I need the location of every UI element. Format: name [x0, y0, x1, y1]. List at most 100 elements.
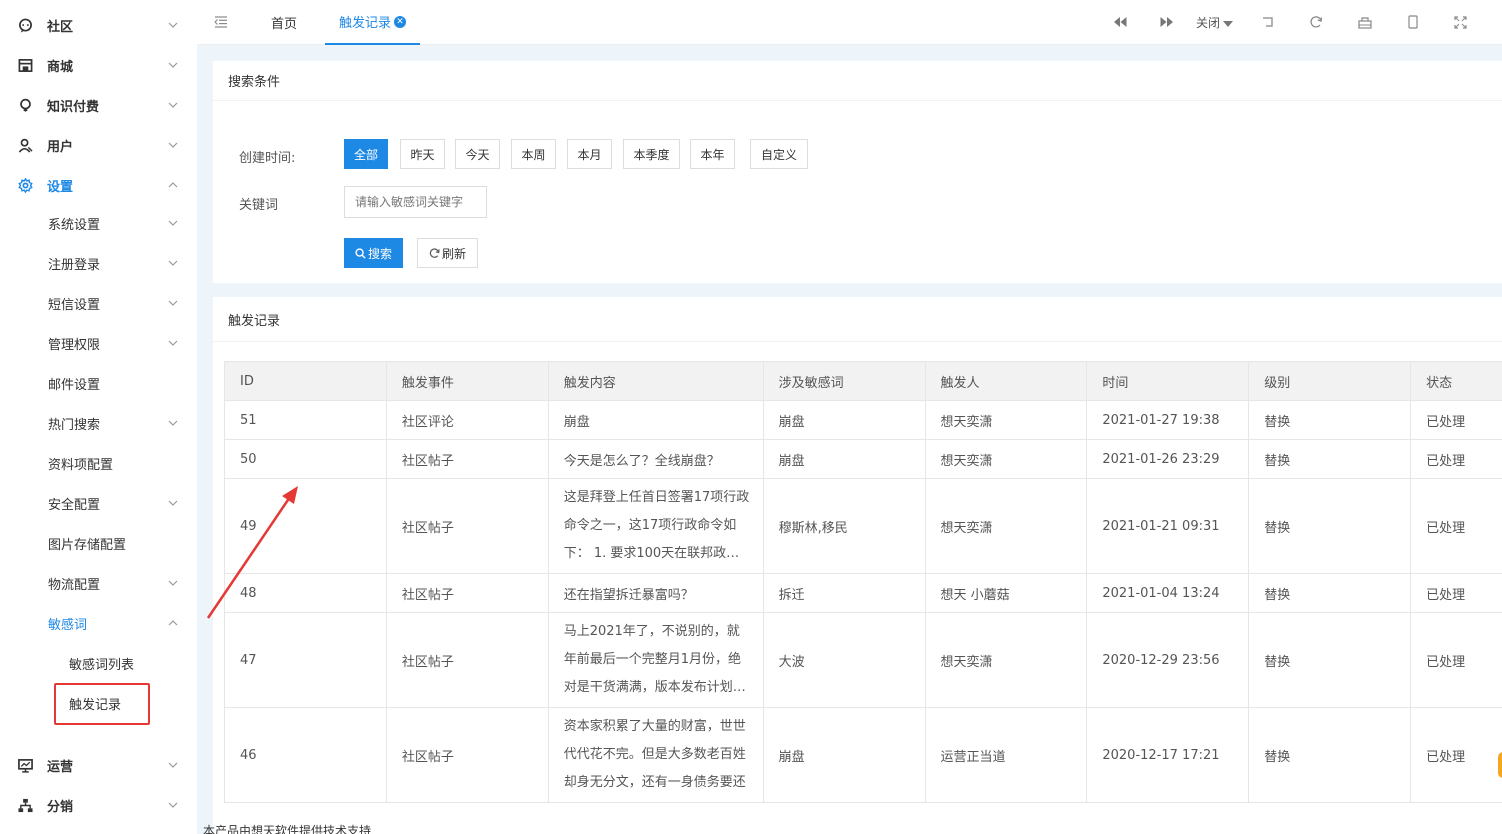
- column-header[interactable]: 涉及敏感词: [762, 361, 926, 401]
- sidebar-item-label: 敏感词列表: [69, 657, 135, 673]
- cell-id: 47: [224, 612, 387, 708]
- cell-status: 已处理: [1410, 439, 1502, 479]
- sidebar-item-image-storage[interactable]: 图片存储配置: [0, 523, 197, 563]
- sidebar-item-sensitive-list[interactable]: 敏感词列表: [0, 643, 197, 683]
- sidebar-item-label: 分销: [47, 799, 74, 815]
- chevron-down-icon: [166, 18, 180, 32]
- records-table: ID 触发事件 触发内容 涉及敏感词 触发人 时间 级别 状态 51 社区评论: [224, 361, 1502, 803]
- sidebar-item-distribution[interactable]: 分销: [0, 785, 197, 825]
- sidebar-item-sms-settings[interactable]: 短信设置: [0, 283, 197, 323]
- keyword-label: 关键词: [239, 198, 279, 213]
- sidebar-item-hot-search[interactable]: 热门搜索: [0, 403, 197, 443]
- floating-help-tab[interactable]: [1498, 752, 1502, 778]
- sidebar-item-system-settings[interactable]: 系统设置: [0, 203, 197, 243]
- column-header[interactable]: 级别: [1248, 361, 1412, 401]
- search-button[interactable]: 搜索: [344, 238, 403, 268]
- time-filter-quarter[interactable]: 本季度: [623, 139, 680, 169]
- sidebar-item-label: 商城: [47, 59, 74, 75]
- time-filter-custom[interactable]: 自定义: [750, 139, 808, 169]
- cell-event: 社区帖子: [385, 612, 549, 708]
- chevron-down-icon: [166, 758, 180, 772]
- sidebar: 社区 商城 知识付费 用户 设置 系统设置 注册登录 短信设置 管理权限 邮件设…: [0, 0, 197, 834]
- sidebar-item-security[interactable]: 安全配置: [0, 483, 197, 523]
- cell-status: 已处理: [1410, 400, 1502, 440]
- table-row[interactable]: 48 社区帖子 还在指望拆迁暴富吗？ 拆迁 想天 小蘑菇 2021-01-04 …: [224, 573, 1502, 613]
- collapse-sidebar-icon[interactable]: [212, 13, 230, 31]
- sidebar-item-sensitive-words[interactable]: 敏感词: [0, 603, 197, 643]
- sidebar-item-label: 热门搜索: [48, 417, 101, 433]
- time-filter-year[interactable]: 本年: [690, 139, 735, 169]
- desktop-icon[interactable]: [1356, 13, 1374, 31]
- sidebar-item-label: 安全配置: [48, 497, 101, 513]
- cell-event: 社区帖子: [385, 707, 549, 803]
- create-time-label: 创建时间:: [239, 151, 296, 166]
- column-header[interactable]: 触发事件: [385, 361, 549, 401]
- app-root: 社区 商城 知识付费 用户 设置 系统设置 注册登录 短信设置 管理权限 邮件设…: [0, 0, 1502, 834]
- table-row[interactable]: 50 社区帖子 今天是怎么了？全线崩盘？ 崩盘 想天奕潇 2021-01-26 …: [224, 439, 1502, 479]
- column-header[interactable]: ID: [224, 361, 387, 401]
- tab-home[interactable]: 首页: [271, 0, 297, 45]
- mobile-icon[interactable]: [1404, 13, 1422, 31]
- time-filter-all[interactable]: 全部: [344, 139, 388, 169]
- sidebar-item-logistics[interactable]: 物流配置: [0, 563, 197, 603]
- sidebar-item-store[interactable]: 商城: [0, 45, 197, 85]
- keyword-input[interactable]: [344, 186, 487, 218]
- column-header[interactable]: 触发人: [924, 361, 1088, 401]
- search-card-title: 搜索条件: [213, 61, 1502, 101]
- cell-status: 已处理: [1410, 573, 1502, 613]
- sidebar-item-label: 物流配置: [48, 577, 101, 593]
- refresh-icon[interactable]: [1307, 13, 1325, 31]
- chevron-down-icon: [166, 138, 180, 152]
- sidebar-item-permissions[interactable]: 管理权限: [0, 323, 197, 363]
- column-header[interactable]: 状态: [1410, 361, 1502, 401]
- sidebar-item-users[interactable]: 用户: [0, 125, 197, 165]
- table-row[interactable]: 51 社区评论 崩盘 崩盘 想天奕潇 2021-01-27 19:38 替换 已…: [224, 400, 1502, 440]
- cell-level: 替换: [1248, 612, 1412, 708]
- sidebar-item-profile-fields[interactable]: 资料项配置: [0, 443, 197, 483]
- time-filter-month[interactable]: 本月: [567, 139, 612, 169]
- close-tab-icon[interactable]: ✕: [394, 15, 407, 28]
- cell-time: 2020-12-17 17:21: [1086, 707, 1250, 803]
- table-row[interactable]: 49 社区帖子 这是拜登上任首日签署17项行政命令之一，这17项行政命令如下： …: [224, 478, 1502, 574]
- gear-icon: [17, 177, 33, 193]
- annotation-highlight-box: [54, 683, 150, 725]
- cell-words: 崩盘: [762, 400, 926, 440]
- cell-level: 替换: [1248, 478, 1412, 574]
- sidebar-item-settings[interactable]: 设置: [0, 165, 197, 205]
- undo-icon[interactable]: [1259, 13, 1277, 31]
- table-row[interactable]: 47 社区帖子 马上2021年了，不说别的，就年前最后一个完整月1月份，绝对是干…: [224, 612, 1502, 708]
- sidebar-item-label: 资料项配置: [48, 457, 114, 473]
- column-header[interactable]: 触发内容: [547, 361, 764, 401]
- tab-trigger-records[interactable]: 触发记录 ✕: [325, 0, 421, 45]
- sidebar-item-register-login[interactable]: 注册登录: [0, 243, 197, 283]
- time-filter-today[interactable]: 今天: [455, 139, 500, 169]
- scroll-left-icon[interactable]: [1111, 13, 1129, 31]
- cell-id: 50: [224, 439, 387, 479]
- refresh-button[interactable]: 刷新: [417, 238, 478, 268]
- sidebar-item-label: 短信设置: [48, 297, 101, 313]
- cell-words: 拆迁: [762, 573, 926, 613]
- chevron-down-icon: [166, 256, 180, 270]
- cell-status: 已处理: [1410, 612, 1502, 708]
- chevron-up-icon: [166, 616, 180, 630]
- top-tab-bar: 首页 触发记录 ✕ 关闭: [197, 0, 1502, 45]
- scroll-right-icon[interactable]: [1157, 13, 1175, 31]
- close-tabs-dropdown[interactable]: 关闭: [1196, 0, 1234, 45]
- cell-content: 资本家积累了大量的财富，世世代代花不完。但是大多数老百姓却身无分文，还有一身债务…: [547, 707, 764, 803]
- table-header-row: ID 触发事件 触发内容 涉及敏感词 触发人 时间 级别 状态: [224, 361, 1502, 401]
- sidebar-item-operations[interactable]: 运营: [0, 745, 197, 785]
- records-card-title: 触发记录: [213, 297, 1502, 342]
- cell-user: 想天奕潇: [924, 400, 1088, 440]
- time-filter-week[interactable]: 本周: [511, 139, 556, 169]
- cell-content: 今天是怎么了？全线崩盘？: [547, 439, 764, 479]
- sidebar-item-knowledge[interactable]: 知识付费: [0, 85, 197, 125]
- store-icon: [17, 57, 33, 73]
- sidebar-item-community[interactable]: 社区: [0, 5, 197, 45]
- sidebar-item-email-settings[interactable]: 邮件设置: [0, 363, 197, 403]
- cell-status: 已处理: [1410, 478, 1502, 574]
- table-row[interactable]: 46 社区帖子 资本家积累了大量的财富，世世代代花不完。但是大多数老百姓却身无分…: [224, 707, 1502, 803]
- footer-text: 本产品由想天软件提供技术支持: [203, 824, 372, 834]
- column-header[interactable]: 时间: [1086, 361, 1250, 401]
- fullscreen-icon[interactable]: [1451, 13, 1469, 31]
- time-filter-yesterday[interactable]: 昨天: [400, 139, 445, 169]
